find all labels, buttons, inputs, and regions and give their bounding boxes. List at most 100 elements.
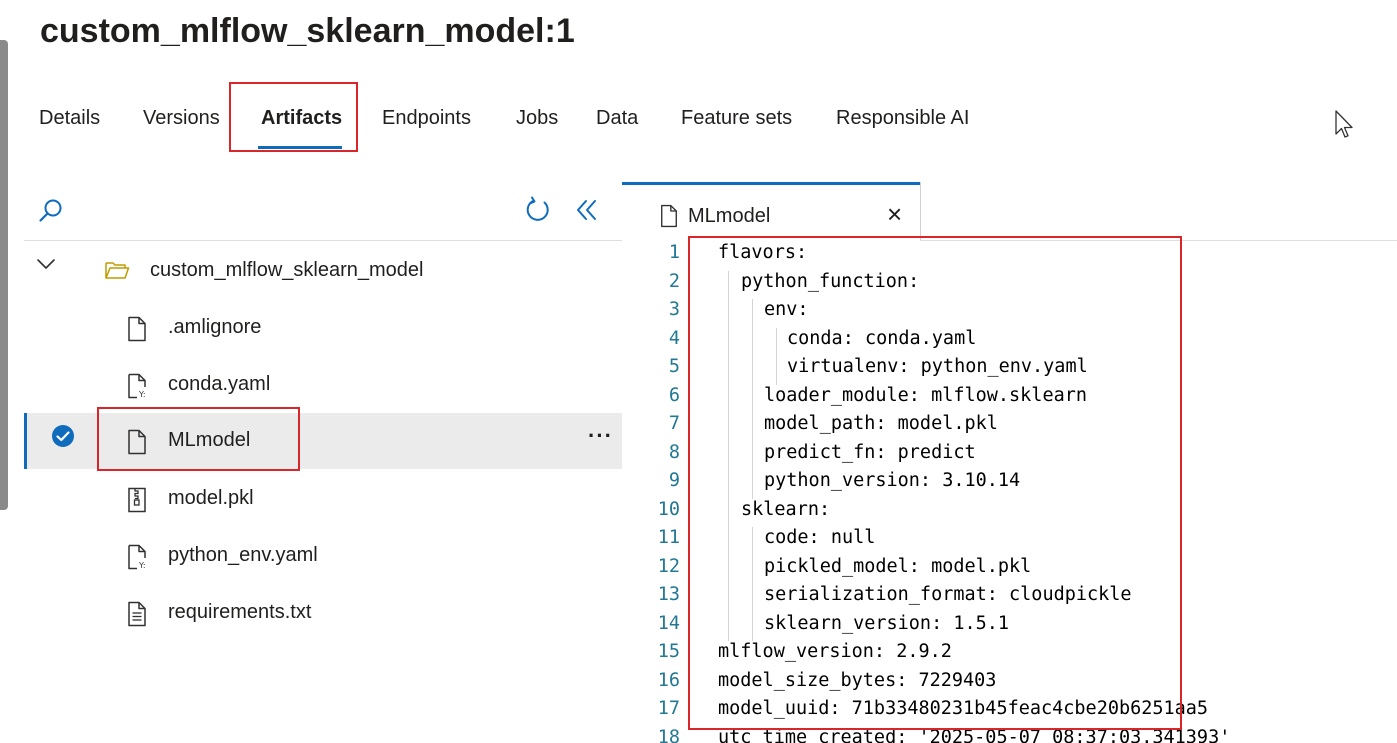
code-editor[interactable]: 1 flavors: 2 python_function: 3 env: 4 conda: c… <box>622 242 1397 743</box>
tree-file-row-requirements-txt[interactable]: requirements.txt <box>24 585 622 641</box>
code-line[interactable]: 5 virtualenv: python_env.yaml <box>622 356 1397 385</box>
code-text: pickled_model: model.pkl <box>764 555 1032 577</box>
code-text: sklearn_version: 1.5.1 <box>764 612 1010 634</box>
checkmark-circle-icon[interactable] <box>51 424 75 448</box>
indent-guide <box>752 327 753 356</box>
code-line[interactable]: 7 model_path: model.pkl <box>622 413 1397 442</box>
svg-text:Y:: Y: <box>138 561 146 570</box>
page-title: custom_mlflow_sklearn_model:1 <box>40 12 575 50</box>
code-line[interactable]: 12 pickled_model: model.pkl <box>622 555 1397 584</box>
code-line[interactable]: 9 python_version: 3.10.14 <box>622 470 1397 499</box>
line-number: 8 <box>668 441 680 463</box>
code-text: conda: conda.yaml <box>787 327 977 349</box>
indent-guide <box>752 413 753 442</box>
yaml-file-icon: Y: <box>128 373 146 399</box>
indent-guide <box>728 470 729 499</box>
tree-file-row-conda-yaml[interactable]: Y: conda.yaml <box>24 357 622 413</box>
more-options-icon[interactable]: ··· <box>588 423 613 449</box>
tab-artifacts[interactable]: Artifacts <box>261 100 342 136</box>
code-line[interactable]: 10 sklearn: <box>622 498 1397 527</box>
indent-guide <box>728 498 729 527</box>
code-line[interactable]: 17 model_uuid: 71b33480231b45feac4cbe20b6… <box>622 698 1397 727</box>
file-icon <box>128 316 146 342</box>
indent-guide <box>752 584 753 613</box>
indent-guide <box>728 299 729 328</box>
chevron-down-icon[interactable] <box>36 257 56 271</box>
code-line[interactable]: 11 code: null <box>622 527 1397 556</box>
code-text: virtualenv: python_env.yaml <box>787 356 1088 377</box>
tab-feature-sets[interactable]: Feature sets <box>681 100 792 136</box>
svg-text:Y:: Y: <box>138 390 146 399</box>
code-line[interactable]: 6 loader_module: mlflow.sklearn <box>622 384 1397 413</box>
code-text: loader_module: mlflow.sklearn <box>764 384 1088 406</box>
code-line[interactable]: 15 mlflow_version: 2.9.2 <box>622 641 1397 670</box>
code-text: model_path: model.pkl <box>764 413 998 434</box>
tab-endpoints[interactable]: Endpoints <box>382 100 471 136</box>
editor-tab-mlmodel[interactable]: MLmodel × <box>622 182 920 241</box>
line-number: 16 <box>657 669 680 691</box>
tree-file-label: MLmodel <box>168 429 251 451</box>
code-line[interactable]: 1 flavors: <box>622 242 1397 271</box>
code-line[interactable]: 4 conda: conda.yaml <box>622 327 1397 356</box>
code-line[interactable]: 8 predict_fn: predict <box>622 441 1397 470</box>
indent-guide <box>752 527 753 556</box>
line-number: 5 <box>668 356 680 377</box>
indent-guide <box>752 555 753 584</box>
tree-file-label: .amlignore <box>168 316 262 338</box>
tab-versions[interactable]: Versions <box>143 100 220 136</box>
indent-guide <box>752 441 753 470</box>
indent-guide <box>728 384 729 413</box>
search-icon[interactable] <box>38 198 64 224</box>
code-text: code: null <box>764 527 876 548</box>
line-number: 6 <box>668 384 680 406</box>
indent-guide <box>776 356 777 385</box>
tree-file-label: python_env.yaml <box>168 544 318 566</box>
code-line[interactable]: 14 sklearn_version: 1.5.1 <box>622 612 1397 641</box>
double-chevron-left-icon[interactable] <box>574 198 600 222</box>
code-line[interactable]: 3 env: <box>622 299 1397 328</box>
line-number: 4 <box>668 327 680 349</box>
tree-folder-label: custom_mlflow_sklearn_model <box>150 259 424 281</box>
tab-jobs[interactable]: Jobs <box>516 100 558 136</box>
tab-responsible-ai[interactable]: Responsible AI <box>836 100 969 136</box>
active-tab-indicator <box>258 146 342 149</box>
code-text: python_version: 3.10.14 <box>764 470 1021 491</box>
indent-guide <box>728 441 729 470</box>
tree-folder-row[interactable]: custom_mlflow_sklearn_model <box>24 243 622 299</box>
line-number: 12 <box>657 555 680 577</box>
code-line[interactable]: 16 model_size_bytes: 7229403 <box>622 670 1397 699</box>
indent-guide <box>728 612 729 641</box>
code-text: sklearn: <box>741 498 831 520</box>
line-number: 17 <box>657 698 680 719</box>
tree-file-label: conda.yaml <box>168 373 271 395</box>
editor-tab-divider <box>920 240 1397 241</box>
indent-guide <box>728 327 729 356</box>
folder-open-icon <box>105 262 130 279</box>
indent-guide <box>728 413 729 442</box>
indent-guide <box>728 584 729 613</box>
indent-guide <box>728 527 729 556</box>
code-text: env: <box>764 299 809 320</box>
zip-file-icon <box>128 487 146 513</box>
indent-guide <box>752 384 753 413</box>
code-line[interactable]: 13 serialization_format: cloudpickle <box>622 584 1397 613</box>
tab-details[interactable]: Details <box>39 100 100 136</box>
indent-guide <box>752 356 753 385</box>
tree-toolbar <box>24 180 622 241</box>
indent-guide <box>752 470 753 499</box>
tab-data[interactable]: Data <box>596 100 638 136</box>
line-number: 18 <box>657 726 680 743</box>
tree-file-row-python-env-yaml[interactable]: Y: python_env.yaml <box>24 528 622 584</box>
file-icon <box>128 429 146 455</box>
tree-file-row-amlignore[interactable]: .amlignore <box>24 300 622 356</box>
code-line[interactable]: 18 utc_time_created: '2025-05-07 08:37:03… <box>622 727 1397 743</box>
code-line[interactable]: 2 python_function: <box>622 270 1397 299</box>
code-text: serialization_format: cloudpickle <box>764 584 1132 605</box>
refresh-icon[interactable] <box>524 196 552 224</box>
tree-file-row-mlmodel[interactable]: MLmodel ··· <box>24 413 622 469</box>
tree-file-row-model-pkl[interactable]: model.pkl <box>24 471 622 527</box>
close-icon[interactable]: × <box>887 199 902 230</box>
code-text: flavors: <box>718 242 808 263</box>
line-number: 7 <box>668 413 680 434</box>
code-text: model_uuid: 71b33480231b45feac4cbe20b625… <box>718 698 1209 719</box>
